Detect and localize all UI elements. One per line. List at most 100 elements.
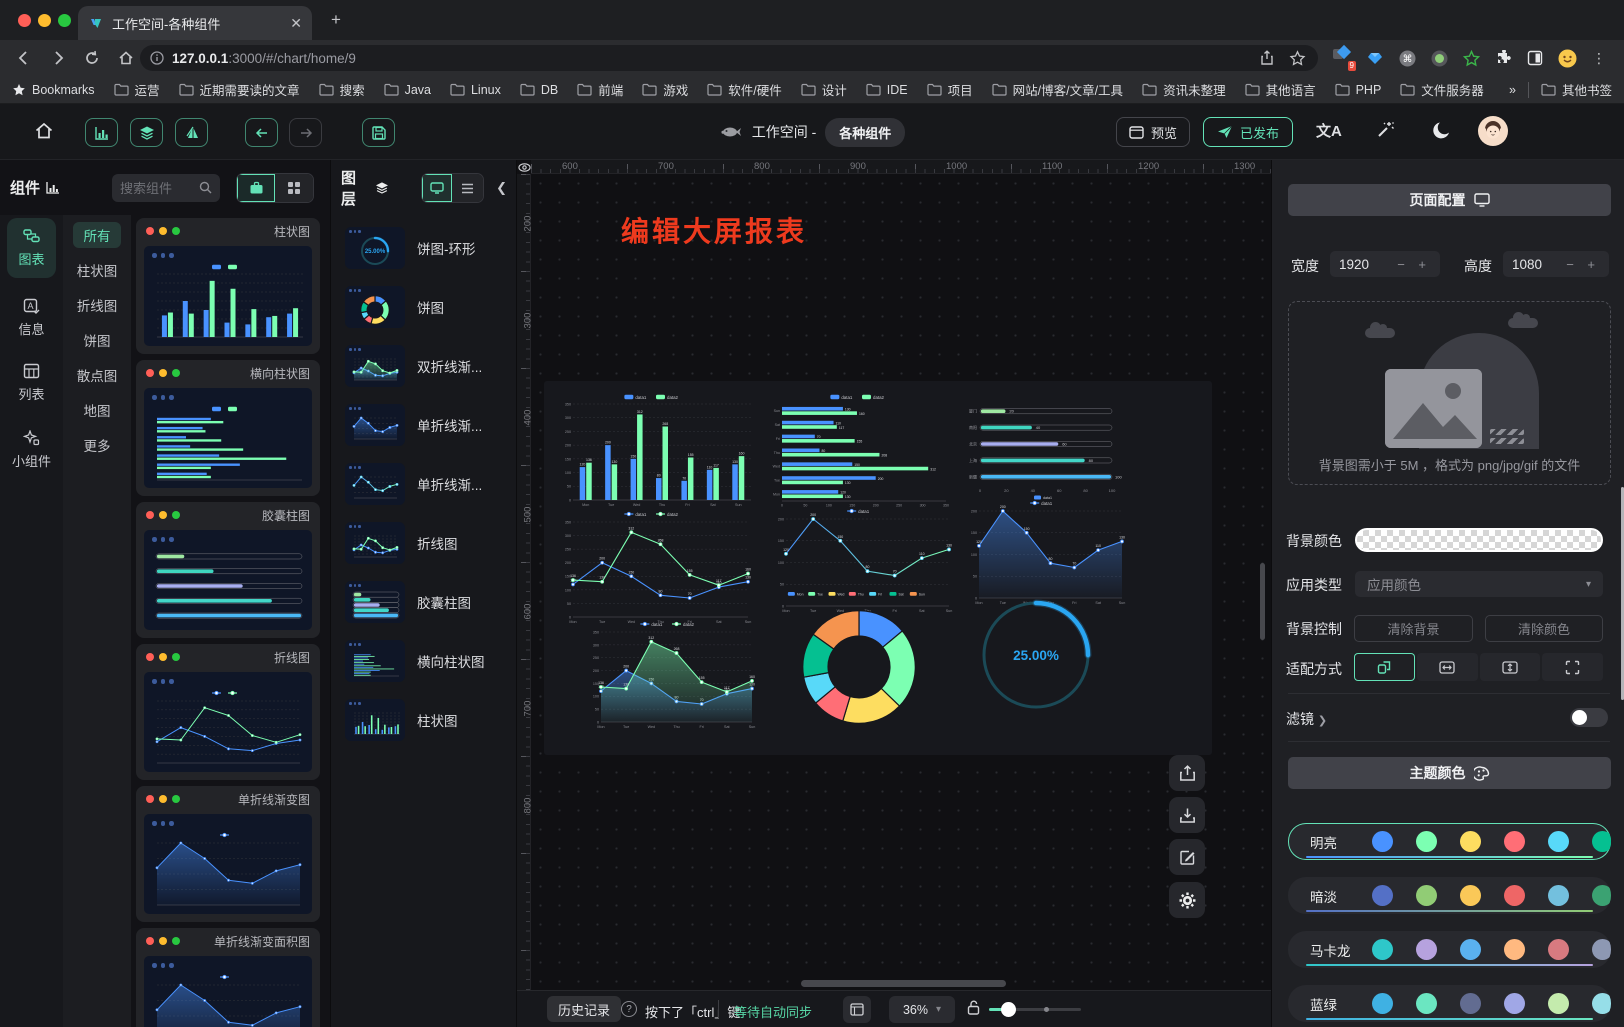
theme-color-dot[interactable] xyxy=(1460,993,1481,1014)
layer-item[interactable]: 双折线渐... xyxy=(345,342,509,390)
category-item[interactable]: 柱状图 xyxy=(73,257,121,283)
category-item[interactable]: 所有 xyxy=(73,222,121,248)
theme-color-dot[interactable] xyxy=(1372,831,1393,852)
profile-avatar-icon[interactable] xyxy=(1556,47,1578,69)
export-button[interactable] xyxy=(1169,755,1205,791)
help-icon[interactable]: ? xyxy=(621,1001,637,1017)
bookmark-folder[interactable]: IDE xyxy=(866,80,908,99)
reader-mode-icon[interactable] xyxy=(1524,47,1546,69)
browser-tab[interactable]: 工作空间-各种组件 ✕ xyxy=(78,6,312,40)
rail-tab-info[interactable]: A 信息 xyxy=(7,288,56,348)
fit-stretch-button[interactable] xyxy=(1542,653,1603,681)
tab-close-icon[interactable]: ✕ xyxy=(290,15,302,32)
theme-color-dot[interactable] xyxy=(1592,885,1611,906)
theme-color-dot[interactable] xyxy=(1460,831,1481,852)
chart-pie-donut[interactable]: MonTueWedThuFriSatSun xyxy=(779,588,939,734)
theme-color-dot[interactable] xyxy=(1504,939,1525,960)
settings-button[interactable] xyxy=(1169,882,1205,918)
address-bar[interactable]: 127.0.0.1:3000/#/chart/home/9 xyxy=(140,45,1318,71)
theme-color-dot[interactable] xyxy=(1416,993,1437,1014)
chart-bar[interactable]: data1data2050100150200250300350Mon120136… xyxy=(558,391,754,511)
rail-tab-charts[interactable]: 图表 xyxy=(7,218,56,278)
collapse-layers-chevron[interactable]: ❮ xyxy=(496,180,507,196)
layers-thumbnail-view-button[interactable] xyxy=(422,174,453,202)
component-card[interactable]: 单折线渐变图 xyxy=(136,786,320,922)
bookmark-folder[interactable]: Java xyxy=(384,80,431,99)
theme-color-dot[interactable] xyxy=(1372,885,1393,906)
bookmark-folder[interactable]: 其他语言 xyxy=(1245,80,1316,99)
theme-color-dot[interactable] xyxy=(1504,885,1525,906)
bookmarks-root[interactable]: Bookmarks xyxy=(12,83,95,97)
bookmark-folder[interactable]: 网站/博客/文章/工具 xyxy=(992,80,1123,99)
theme-row-1[interactable]: 明亮 xyxy=(1288,823,1611,860)
chart-area-single[interactable]: data1050100150200MonTueWedThuFriSatSun12… xyxy=(964,497,1128,609)
theme-row-3[interactable]: 马卡龙 xyxy=(1288,931,1611,968)
theme-color-dot[interactable] xyxy=(1372,939,1393,960)
rail-tab-list[interactable]: 列表 xyxy=(7,353,56,413)
extension-gem-icon[interactable] xyxy=(1364,47,1386,69)
extensions-puzzle-icon[interactable] xyxy=(1492,47,1514,69)
edit-button[interactable] xyxy=(1169,839,1205,875)
chevron-right-icon[interactable]: ❯ xyxy=(1318,715,1327,727)
component-card[interactable]: 单折线渐变面积图 xyxy=(136,928,320,1027)
bookmark-folder[interactable]: 设计 xyxy=(801,80,847,99)
bookmark-folder[interactable]: 游戏 xyxy=(642,80,688,99)
theme-color-dot[interactable] xyxy=(1504,831,1525,852)
category-item[interactable]: 地图 xyxy=(73,397,121,423)
clear-color-button[interactable]: 清除颜色 xyxy=(1485,615,1603,642)
theme-color-dot[interactable] xyxy=(1460,885,1481,906)
home-icon[interactable] xyxy=(114,46,138,70)
theme-color-dot[interactable] xyxy=(1592,831,1611,852)
new-tab-button[interactable]: + xyxy=(325,9,347,31)
search-input[interactable]: 搜索组件 xyxy=(112,174,220,202)
theme-color-dot[interactable] xyxy=(1416,885,1437,906)
back-icon[interactable] xyxy=(12,46,36,70)
chart-area-dual[interactable]: data1data2050100150200250300350MonTueWed… xyxy=(586,618,758,733)
chart-capsule[interactable]: 厦门20南阳40北京60上海80新疆100020406080100data1 xyxy=(961,395,1127,501)
theme-color-dot[interactable] xyxy=(1548,831,1569,852)
theme-row-2[interactable]: 暗淡 xyxy=(1288,877,1611,914)
bookmark-folder[interactable]: 项目 xyxy=(927,80,973,99)
theme-color-dot[interactable] xyxy=(1372,993,1393,1014)
theme-color-dot[interactable] xyxy=(1548,993,1569,1014)
category-item[interactable]: 散点图 xyxy=(73,362,121,388)
chart-horizontal-bar[interactable]: data1data2050100150200250300350Mon120130… xyxy=(766,391,958,511)
window-minimize-button[interactable] xyxy=(38,14,51,27)
fit-auto-button[interactable] xyxy=(1354,653,1415,681)
clear-background-button[interactable]: 清除背景 xyxy=(1354,615,1473,642)
theme-color-dot[interactable] xyxy=(1416,939,1437,960)
layers-list-view-button[interactable] xyxy=(452,174,483,202)
theme-color-dot[interactable] xyxy=(1548,885,1569,906)
canvas-height-input[interactable]: 1080− + xyxy=(1503,251,1609,277)
component-card[interactable]: 横向柱状图 xyxy=(136,360,320,496)
theme-color-dot[interactable] xyxy=(1504,993,1525,1014)
bookmark-folder[interactable]: PHP xyxy=(1335,80,1382,99)
unlock-icon[interactable] xyxy=(967,1000,980,1015)
language-icon[interactable]: 文A xyxy=(1316,120,1342,141)
extension-command-icon[interactable]: ⌘ xyxy=(1396,47,1418,69)
component-card[interactable]: 柱状图 xyxy=(136,218,320,354)
theme-color-dot[interactable] xyxy=(1416,831,1437,852)
site-info-icon[interactable] xyxy=(150,51,164,65)
view-mode-grid-button[interactable] xyxy=(275,174,313,202)
theme-color-dot[interactable] xyxy=(1592,993,1611,1014)
eye-icon[interactable] xyxy=(518,161,531,174)
theme-color-dot[interactable] xyxy=(1548,939,1569,960)
layer-item[interactable]: 单折线渐... xyxy=(345,401,509,449)
theme-color-dot[interactable] xyxy=(1592,939,1611,960)
bookmark-folder[interactable]: DB xyxy=(520,80,558,99)
canvas-vertical-scrollbar[interactable] xyxy=(1260,563,1265,640)
background-color-swatch[interactable] xyxy=(1355,528,1603,552)
extension-proxy-icon[interactable]: 9 xyxy=(1332,47,1354,69)
category-item[interactable]: 折线图 xyxy=(73,292,121,318)
layer-item[interactable]: 柱状图 xyxy=(345,696,509,744)
bookmark-folder[interactable]: 近期需要读的文章 xyxy=(179,80,300,99)
editor-canvas[interactable]: 6007008009001000110012001300 20030040050… xyxy=(516,160,1271,1027)
bookmark-star-icon[interactable] xyxy=(1286,47,1308,69)
background-upload-dropzone[interactable]: 背景图需小于 5M ，格式为 png/jpg/gif 的文件 xyxy=(1288,301,1611,485)
component-card[interactable]: 折线图 xyxy=(136,644,320,780)
history-button[interactable]: 历史记录 xyxy=(547,996,621,1022)
extension-star-icon[interactable] xyxy=(1460,47,1482,69)
bookmark-folder[interactable]: 搜索 xyxy=(319,80,365,99)
filter-toggle[interactable] xyxy=(1570,708,1608,727)
